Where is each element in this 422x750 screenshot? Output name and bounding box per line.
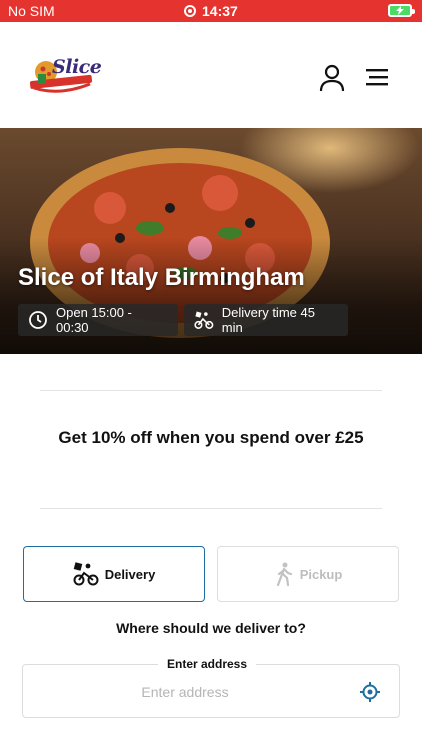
- restaurant-name: Slice of Italy Birmingham: [18, 264, 305, 291]
- locate-icon[interactable]: [359, 681, 381, 703]
- pickup-mode-label: Pickup: [299, 566, 343, 582]
- opening-hours-text: Open 15:00 - 00:30: [56, 305, 132, 335]
- delivery-mode-label: Delivery: [104, 566, 156, 582]
- status-time: 14:37: [202, 3, 238, 19]
- battery-charging-icon: [388, 4, 415, 17]
- delivery-time-chip: Delivery time 45 min: [184, 304, 348, 336]
- clock-icon: [29, 311, 47, 329]
- promo-top-divider: [40, 390, 382, 391]
- delivery-time-text: Delivery time 45 min: [221, 305, 315, 335]
- status-time-group: 14:37: [184, 3, 238, 19]
- promo-banner: Get 10% off when you spend over £25: [58, 428, 364, 447]
- delivery-question: Where should we deliver to?: [116, 620, 306, 636]
- address-input[interactable]: [50, 678, 320, 706]
- menu-icon[interactable]: [362, 64, 392, 90]
- user-icon[interactable]: [316, 62, 348, 94]
- hero-banner: Slice of Italy Birmingham Open 15:00 - 0…: [0, 128, 422, 354]
- walking-icon: [276, 562, 292, 587]
- lock-rotation-icon: [184, 5, 196, 17]
- pickup-mode-button[interactable]: Pickup: [217, 546, 399, 602]
- app-header: Slice: [0, 22, 422, 128]
- opening-hours-chip: Open 15:00 - 00:30: [18, 304, 178, 336]
- bike-icon: [194, 311, 214, 329]
- hero-overlay: [0, 238, 422, 354]
- bike-icon: [73, 562, 99, 586]
- logo-text: Slice: [52, 56, 102, 78]
- address-field-label: Enter address: [158, 657, 257, 671]
- delivery-mode-button[interactable]: Delivery: [23, 546, 205, 602]
- promo-bottom-divider: [40, 508, 382, 509]
- status-bar: No SIM 14:37: [0, 0, 422, 22]
- carrier-label: No SIM: [8, 3, 55, 19]
